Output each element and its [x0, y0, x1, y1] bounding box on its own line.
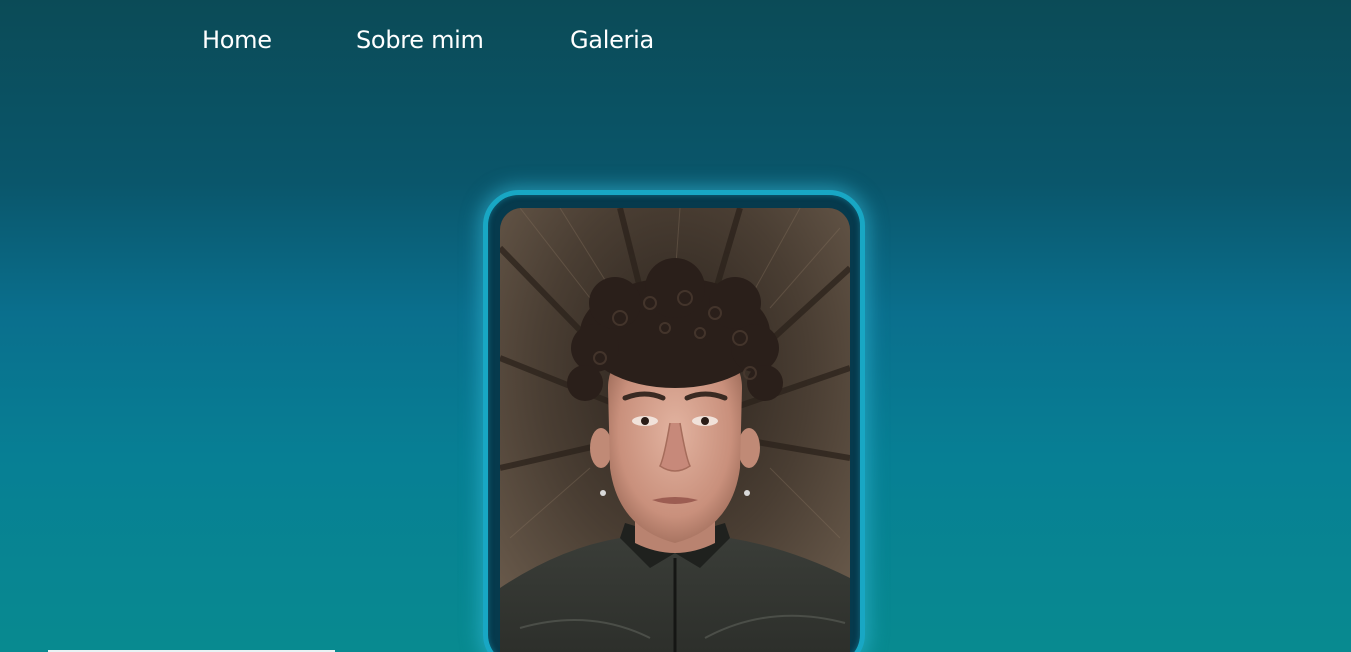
- top-navigation: Home Sobre mim Galeria: [0, 0, 1351, 84]
- nav-link-home[interactable]: Home: [202, 26, 272, 54]
- profile-photo: [500, 208, 850, 652]
- nav-link-galeria[interactable]: Galeria: [570, 26, 654, 54]
- portrait-photo-illustration: [500, 208, 850, 652]
- profile-photo-frame: [483, 190, 865, 652]
- nav-link-sobre-mim[interactable]: Sobre mim: [356, 26, 484, 54]
